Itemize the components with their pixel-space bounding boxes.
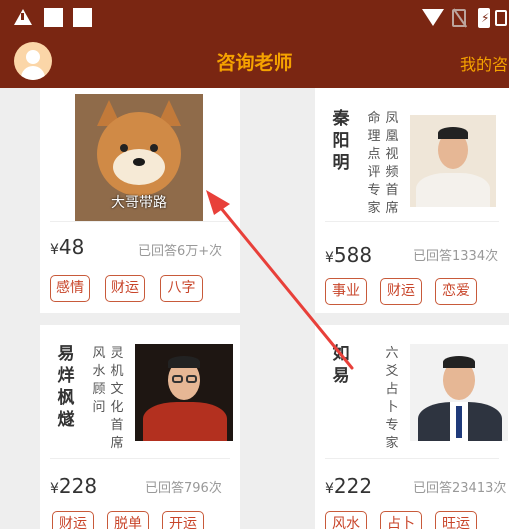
notification-icon	[73, 8, 92, 27]
teacher-card[interactable]: 易烊枫燧 风水顾问 灵机文化首席 ¥228 已回答796次 财运 脱单 开运	[40, 325, 240, 529]
divider	[325, 221, 499, 222]
tag[interactable]: 财运	[105, 275, 145, 302]
tag[interactable]: 事业	[325, 278, 367, 305]
price: ¥48	[50, 235, 85, 259]
price: ¥222	[325, 474, 373, 498]
page-title: 咨询老师	[216, 52, 293, 74]
teacher-title: 凤凰视频首席	[385, 111, 399, 216]
teacher-name: 易烊枫燧	[57, 344, 75, 430]
teacher-photo	[410, 344, 508, 441]
tag[interactable]: 脱单	[107, 511, 149, 529]
price: ¥588	[325, 243, 373, 267]
teacher-photo	[410, 115, 496, 207]
tag[interactable]: 风水	[325, 511, 367, 529]
photo-caption: 大哥带路	[111, 195, 167, 211]
answered-count: 已回答6万+次	[138, 244, 223, 259]
warning-mark	[21, 13, 24, 20]
app-bar: 咨询老师 我的咨	[0, 36, 509, 88]
tag[interactable]: 财运	[380, 278, 422, 305]
my-consultations-link[interactable]: 我的咨	[460, 51, 508, 75]
bolt-icon: ⚡	[481, 11, 490, 25]
tag[interactable]: 八字	[160, 275, 203, 302]
teacher-title: 命理点评专家	[367, 111, 381, 216]
status-bar: ⚡	[0, 0, 509, 36]
tag[interactable]: 恋爱	[435, 278, 477, 305]
tag[interactable]: 开运	[162, 511, 204, 529]
notification-icon	[44, 8, 63, 27]
teacher-photo: 大哥带路	[75, 94, 203, 221]
wifi-icon	[422, 9, 444, 26]
teacher-card[interactable]: 如易 六爻占卜专家 ¥222 已回答23413次 风水 占卜 旺运	[315, 325, 509, 529]
battery-icon	[495, 10, 507, 26]
answered-count: 已回答1334次	[413, 249, 499, 264]
teacher-photo	[135, 344, 233, 441]
tag[interactable]: 财运	[52, 511, 94, 529]
tag[interactable]: 感情	[50, 275, 90, 302]
teacher-card[interactable]: 秦阳明 命理点评专家 凤凰视频首席 ¥588 已回答1334次 事业 财运 恋爱	[315, 88, 509, 313]
tag[interactable]: 旺运	[435, 511, 477, 529]
teacher-name: 秦阳明	[332, 109, 350, 173]
divider	[50, 458, 230, 459]
teacher-title: 风水顾问	[92, 346, 106, 415]
answered-count: 已回答796次	[145, 481, 222, 496]
divider	[325, 458, 499, 459]
tag[interactable]: 占卜	[380, 511, 422, 529]
teacher-title: 灵机文化首席	[110, 346, 124, 451]
teacher-name: 如易	[332, 344, 350, 386]
price: ¥228	[50, 474, 98, 498]
answered-count: 已回答23413次	[413, 481, 507, 496]
divider	[50, 221, 230, 222]
teacher-title: 六爻占卜专家	[385, 346, 399, 451]
teacher-card[interactable]: 大哥带路 ¥48 已回答6万+次 感情 财运 八字	[40, 88, 240, 313]
